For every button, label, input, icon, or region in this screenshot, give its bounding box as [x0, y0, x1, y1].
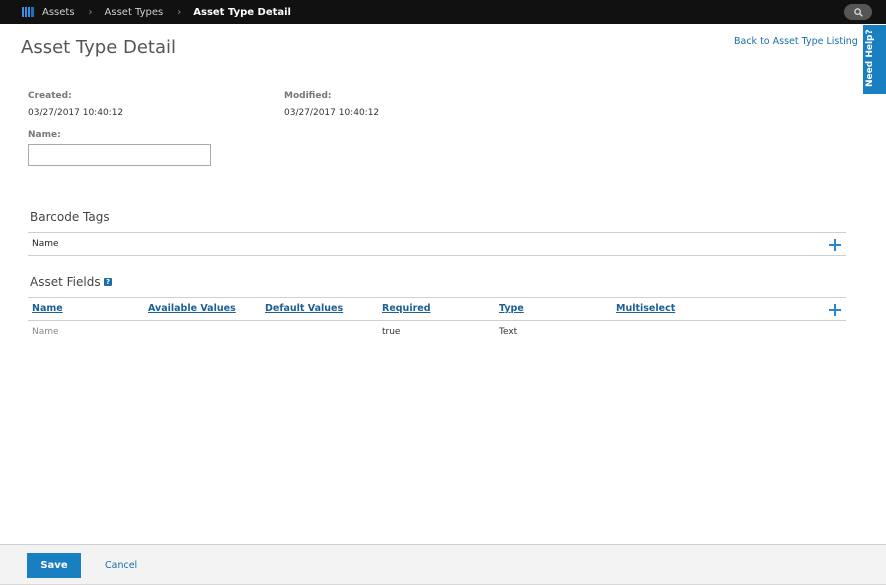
created-label: Created:	[28, 91, 72, 101]
name-label: Name:	[28, 130, 61, 140]
column-header-available-values[interactable]: Available Values	[148, 303, 236, 314]
divider	[28, 297, 846, 298]
barcode-name-column: Name	[32, 239, 59, 249]
modified-value: 03/27/2017 10:40:12	[284, 108, 380, 118]
column-header-multiselect[interactable]: Multiselect	[616, 303, 675, 314]
footer-bar: Save Cancel	[0, 544, 886, 585]
need-help-label: Need Help?	[865, 29, 875, 87]
column-header-required[interactable]: Required	[382, 303, 431, 314]
modified-label: Modified:	[284, 91, 332, 101]
cancel-link[interactable]: Cancel	[105, 560, 137, 571]
add-barcode-tag-plus-icon[interactable]	[829, 239, 841, 251]
assets-app-icon[interactable]	[22, 7, 34, 17]
page-title: Asset Type Detail	[21, 37, 177, 58]
chevron-right-icon: ›	[88, 6, 93, 18]
save-button[interactable]: Save	[27, 553, 81, 578]
add-asset-field-plus-icon[interactable]	[829, 304, 841, 316]
column-header-default-values[interactable]: Default Values	[265, 303, 343, 314]
chevron-right-icon: ›	[177, 6, 182, 18]
need-help-tab[interactable]: Need Help?	[863, 25, 886, 94]
name-input[interactable]	[28, 144, 211, 166]
created-value: 03/27/2017 10:40:12	[28, 108, 124, 118]
barcode-tags-title: Barcode Tags	[30, 210, 110, 224]
column-header-name[interactable]: Name	[32, 303, 63, 314]
column-header-type[interactable]: Type	[499, 303, 524, 314]
divider	[28, 232, 846, 233]
divider	[28, 255, 846, 256]
cell-type: Text	[499, 327, 518, 337]
cell-name: Name	[32, 327, 59, 337]
help-icon[interactable]: ?	[104, 278, 112, 286]
breadcrumb-assets[interactable]: Assets	[42, 7, 75, 18]
top-bar: Assets › Asset Types › Asset Type Detail	[0, 0, 886, 24]
divider	[28, 320, 846, 321]
breadcrumb-current: Asset Type Detail	[193, 6, 291, 18]
cell-required: true	[382, 327, 401, 337]
search-button[interactable]	[844, 4, 872, 20]
back-to-listing-link[interactable]: Back to Asset Type Listing	[734, 36, 858, 47]
breadcrumb-asset-types[interactable]: Asset Types	[105, 7, 164, 18]
breadcrumb: Assets › Asset Types › Asset Type Detail	[22, 0, 291, 24]
search-icon	[853, 7, 863, 17]
asset-fields-title: Asset Fields	[30, 275, 101, 289]
